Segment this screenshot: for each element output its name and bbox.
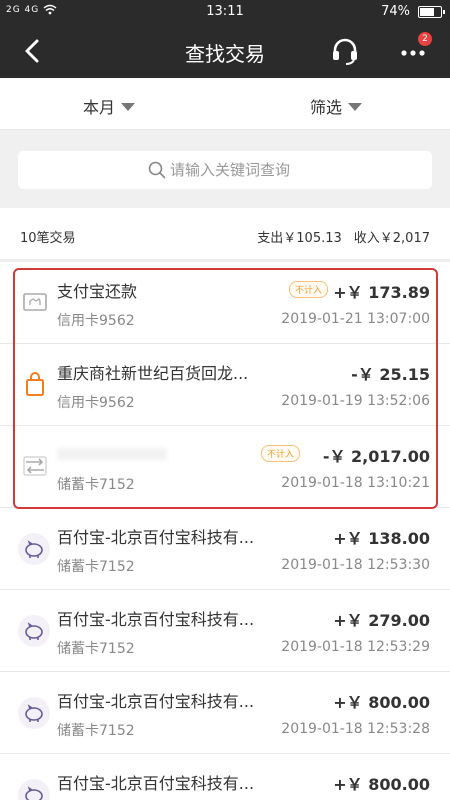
piggy-bank-icon: [18, 697, 50, 729]
transaction-count: 10笔交易: [20, 231, 76, 246]
account-label: 储蓄卡7152: [57, 723, 135, 739]
account-label: 储蓄卡7152: [57, 641, 135, 657]
transaction-amount: -￥ 2,017.00: [322, 447, 430, 466]
excluded-tag: 不计入: [288, 281, 328, 298]
transaction-name: 百付宝-北京百付宝科技有...: [57, 610, 255, 629]
transaction-row[interactable]: 支付宝还款 信用卡9562 不计入 +￥ 173.89 2019-01-21 1…: [0, 262, 450, 344]
transaction-date: 2019-01-18 12:53:29: [281, 639, 430, 655]
transaction-summary: 10笔交易 支出￥105.13 收入￥2,017: [0, 208, 450, 260]
transaction-row[interactable]: 百付宝-北京百付宝科技有... 储蓄卡7152 +￥ 800.00 2019-0…: [0, 672, 450, 754]
transaction-amount: +￥ 800.00: [333, 693, 430, 712]
search-input[interactable]: [170, 157, 410, 183]
account-label: 信用卡9562: [57, 395, 135, 411]
transaction-row[interactable]: 百付宝-北京百付宝科技有... +￥ 800.00: [0, 754, 450, 800]
battery-percent: 74%: [381, 4, 410, 19]
battery-icon: [418, 6, 445, 18]
transaction-date: 2019-01-18 12:53:28: [281, 721, 430, 737]
transaction-name-redacted: [57, 448, 167, 460]
transaction-row[interactable]: 重庆商社新世纪百货回龙... 信用卡9562 -￥ 25.15 2019-01-…: [0, 344, 450, 426]
month-filter-dropdown[interactable]: 本月: [83, 94, 136, 118]
piggy-bank-icon: [18, 615, 50, 647]
totals: 支出￥105.13 收入￥2,017: [257, 227, 430, 246]
transaction-row[interactable]: 百付宝-北京百付宝科技有... 储蓄卡7152 +￥ 279.00 2019-0…: [0, 590, 450, 672]
account-label: 储蓄卡7152: [57, 477, 135, 493]
screen-filter-label: 筛选: [310, 98, 343, 117]
account-label: 储蓄卡7152: [57, 559, 135, 575]
transaction-date: 2019-01-18 13:10:21: [281, 475, 430, 491]
transaction-amount: +￥ 173.89: [333, 283, 430, 302]
piggy-bank-icon: [18, 779, 50, 800]
screen-filter-dropdown[interactable]: 筛选: [310, 94, 363, 118]
page-title: 查找交易: [185, 42, 265, 66]
account-label: 信用卡9562: [57, 313, 135, 329]
search-icon: [148, 161, 166, 179]
caret-down-icon: [121, 103, 136, 111]
transaction-name: 重庆商社新世纪百货回龙...: [57, 364, 249, 383]
transaction-amount: +￥ 279.00: [333, 611, 430, 630]
transaction-list: 支付宝还款 信用卡9562 不计入 +￥ 173.89 2019-01-21 1…: [0, 262, 450, 800]
status-bar: 2G 4G 13:11 74%: [0, 0, 450, 24]
expense-total: 支出￥105.13: [257, 231, 342, 246]
transaction-row[interactable]: 储蓄卡7152 不计入 -￥ 2,017.00 2019-01-18 13:10…: [0, 426, 450, 508]
search-box[interactable]: [18, 151, 432, 189]
month-filter-label: 本月: [83, 98, 116, 117]
transaction-date: 2019-01-19 13:52:06: [281, 393, 430, 409]
shopping-bag-icon: [26, 372, 44, 396]
transaction-amount: +￥ 138.00: [333, 529, 430, 548]
notification-badge: 2: [418, 32, 432, 46]
search-area: [0, 131, 450, 207]
transaction-name: 支付宝还款: [57, 282, 138, 301]
transaction-name: 百付宝-北京百付宝科技有...: [57, 528, 255, 547]
transaction-name: 百付宝-北京百付宝科技有...: [57, 774, 255, 793]
transaction-name: 百付宝-北京百付宝科技有...: [57, 692, 255, 711]
excluded-tag: 不计入: [260, 445, 300, 462]
transaction-amount: +￥ 800.00: [333, 775, 430, 794]
caret-down-icon: [348, 103, 363, 111]
nav-bar: 查找交易 2: [0, 24, 450, 78]
income-total: 收入￥2,017: [353, 231, 430, 246]
transaction-date: 2019-01-18 12:53:30: [281, 557, 430, 573]
piggy-bank-icon: [18, 533, 50, 565]
transaction-amount: -￥ 25.15: [351, 365, 430, 384]
repayment-icon: [23, 293, 47, 311]
transfer-icon: [23, 456, 47, 476]
transaction-row[interactable]: 百付宝-北京百付宝科技有... 储蓄卡7152 +￥ 138.00 2019-0…: [0, 508, 450, 590]
customer-service-icon[interactable]: [330, 36, 360, 66]
filter-bar: 本月 筛选: [0, 78, 450, 130]
transaction-date: 2019-01-21 13:07:00: [281, 311, 430, 327]
